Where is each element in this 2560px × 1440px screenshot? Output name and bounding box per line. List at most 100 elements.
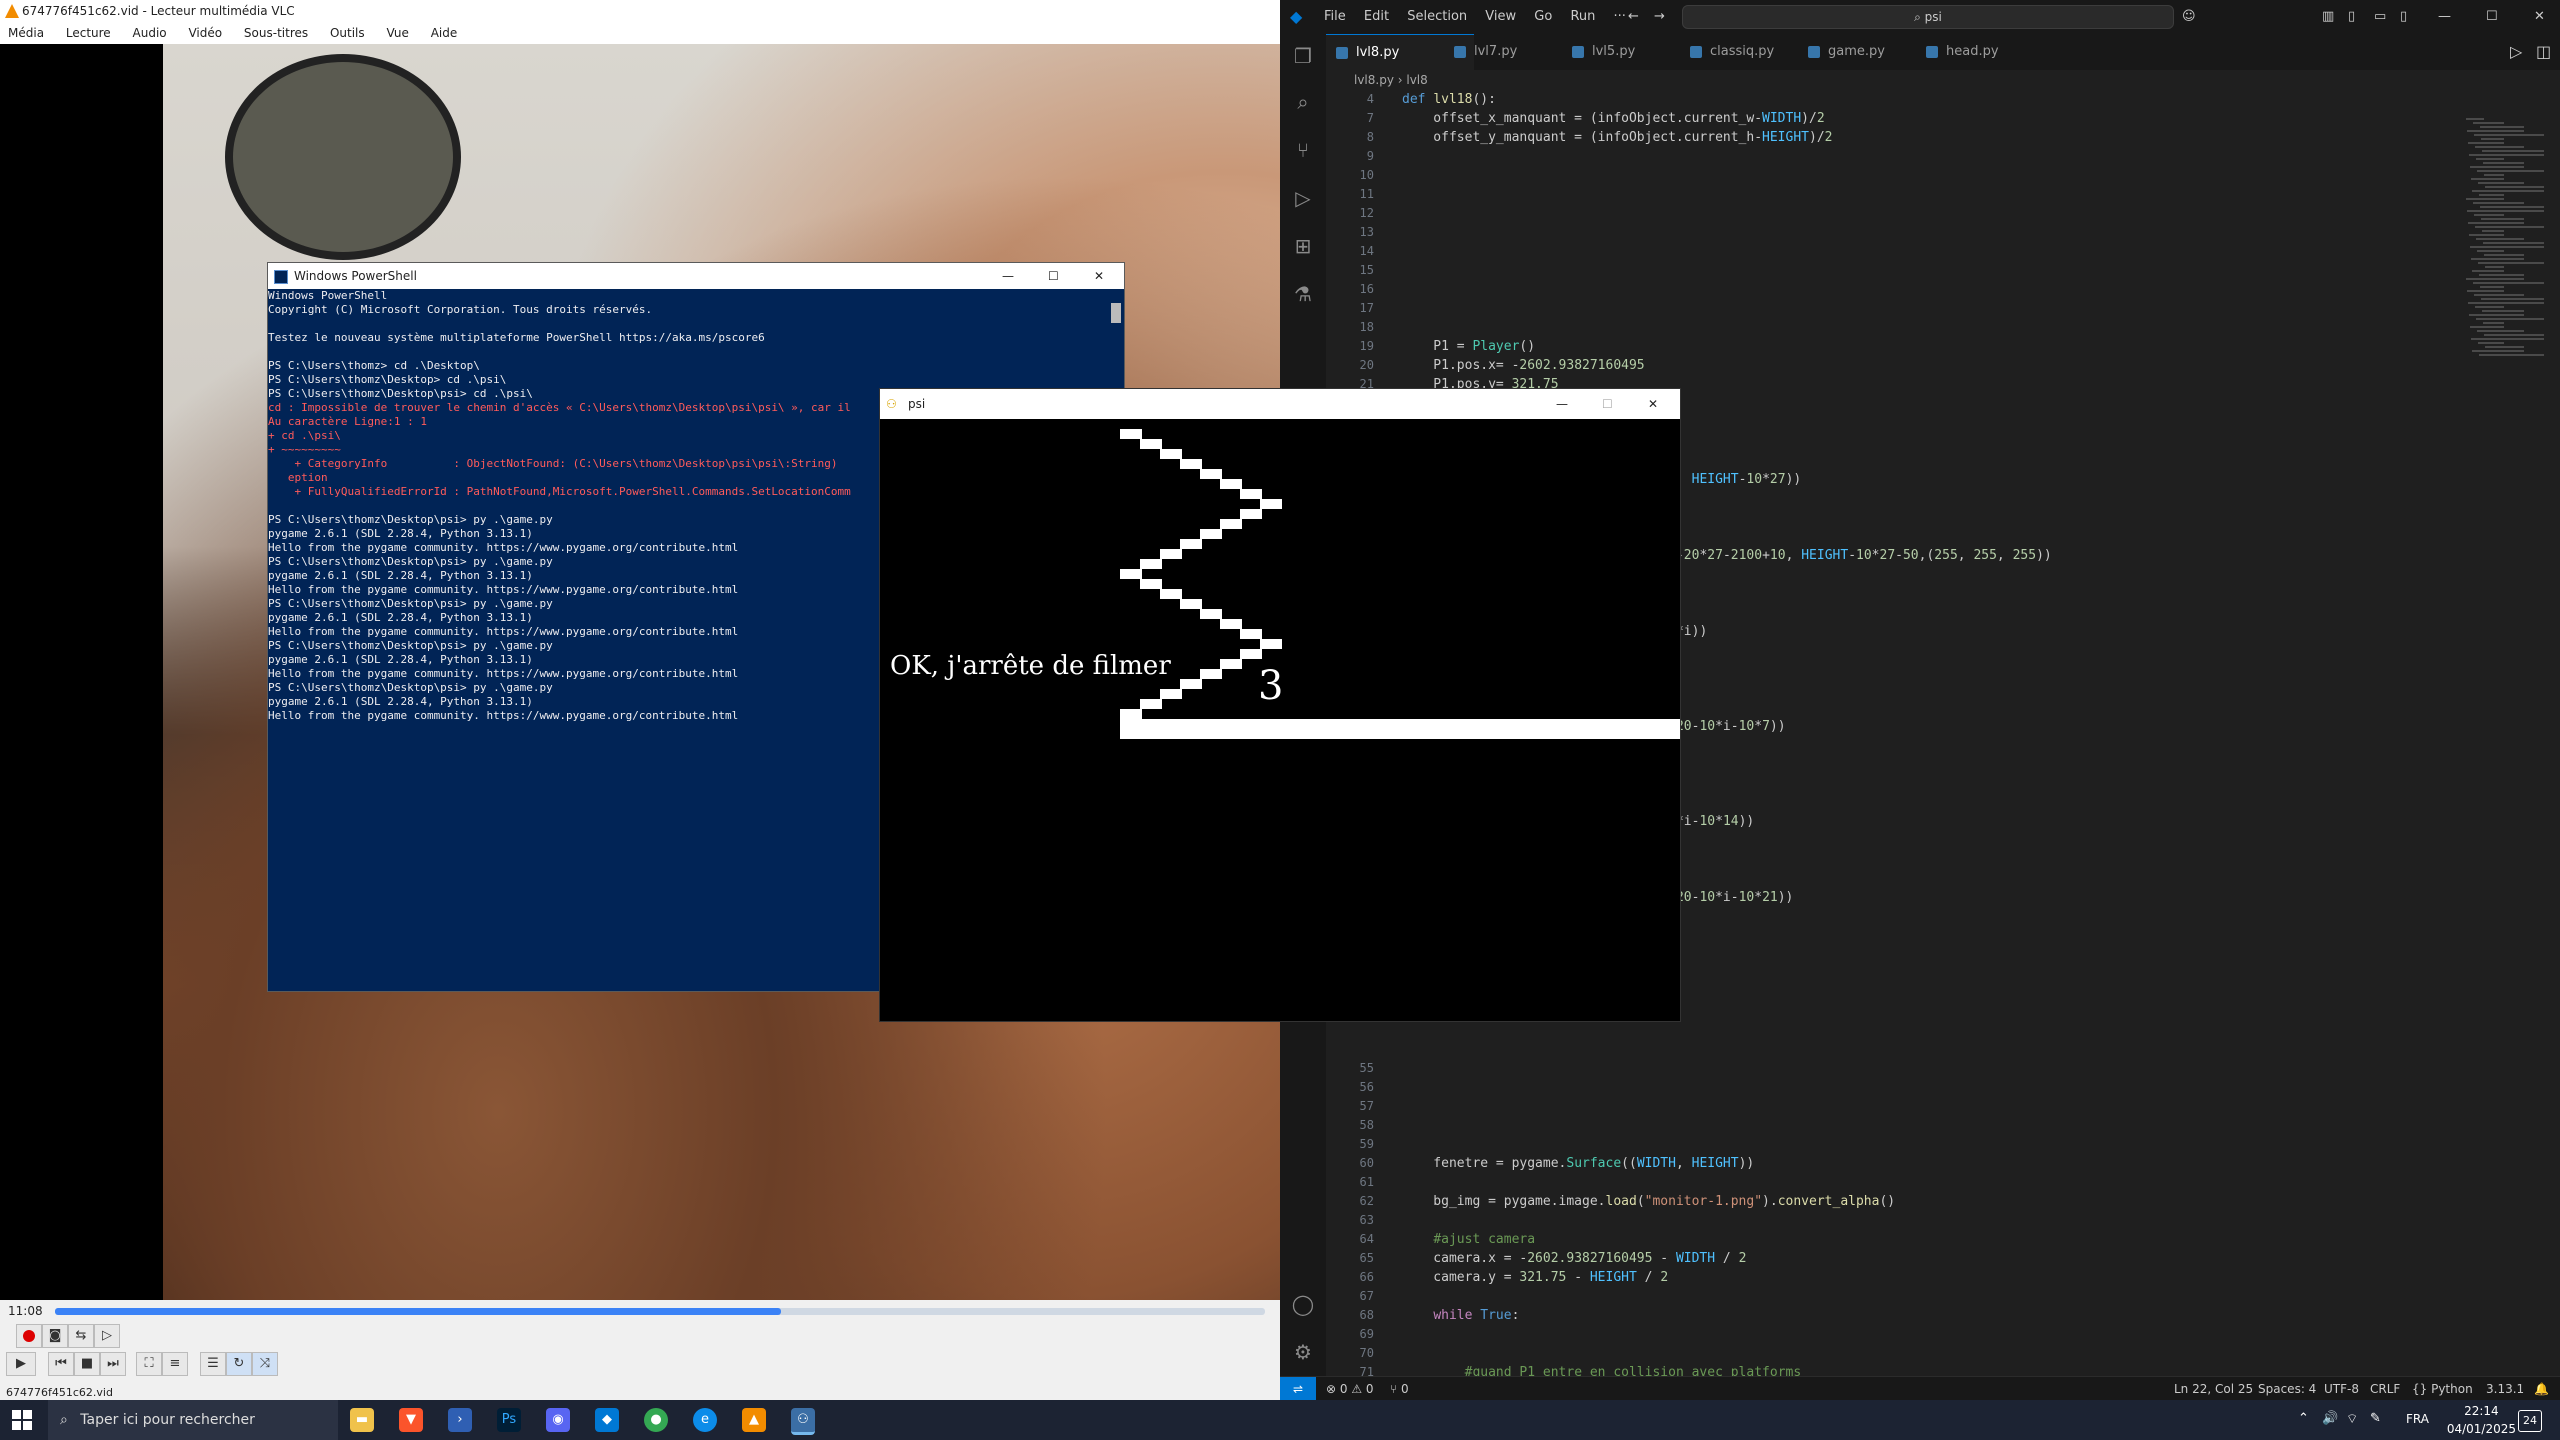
breadcrumb-file[interactable]: lvl8.py <box>1354 73 1394 87</box>
toggle-sidebar-icon[interactable]: ▯ <box>2348 0 2355 34</box>
command-center-search[interactable]: ⌕ psi <box>1682 5 2174 29</box>
problems-indicator[interactable]: ⊗ 0 ⚠ 0 <box>1326 1377 1374 1401</box>
vlc-menu-view[interactable]: Vue <box>386 26 408 40</box>
copilot-icon[interactable]: ☺ <box>2182 0 2196 34</box>
frame-step-icon[interactable]: ▷ <box>94 1324 120 1348</box>
powershell-taskbar-icon[interactable]: › <box>448 1408 472 1432</box>
minimap-line <box>2474 294 2524 296</box>
notifications-icon[interactable]: 🔔 <box>2534 1377 2549 1401</box>
vlc-taskbar-icon[interactable]: ▲ <box>742 1408 766 1432</box>
fullscreen-icon[interactable]: ⛶ <box>136 1352 162 1376</box>
vlc-menu-lecture[interactable]: Lecture <box>66 26 111 40</box>
extended-settings-icon[interactable]: ≡ <box>162 1352 188 1376</box>
scroll-thumb[interactable] <box>1111 303 1121 323</box>
search-view-icon[interactable]: ⌕ <box>1291 90 1315 114</box>
minimize-icon[interactable]: — <box>1556 389 1568 419</box>
split-editor-icon[interactable]: ◫ <box>2536 42 2551 61</box>
source-control-icon[interactable]: ⑂ <box>1291 138 1315 162</box>
minimize-icon[interactable]: — <box>2438 0 2451 34</box>
remote-indicator-icon[interactable]: ⇌ <box>1280 1377 1316 1401</box>
account-icon[interactable]: ◯ <box>1291 1292 1315 1316</box>
encoding[interactable]: UTF-8 <box>2324 1377 2359 1401</box>
stop-icon[interactable]: ■ <box>74 1352 100 1376</box>
close-icon[interactable]: ✕ <box>2534 0 2545 34</box>
vlc-menu-audio[interactable]: Audio <box>133 26 167 40</box>
menu-go[interactable]: Go <box>1534 9 1552 24</box>
edge-icon[interactable]: e <box>693 1408 717 1432</box>
menu-run[interactable]: Run <box>1570 9 1595 24</box>
file-explorer-icon[interactable]: ▬ <box>350 1408 374 1432</box>
pen-icon[interactable]: ✎ <box>2370 1411 2381 1426</box>
line-endings[interactable]: CRLF <box>2370 1377 2400 1401</box>
cursor-position[interactable]: Ln 22, Col 25 <box>2174 1377 2253 1401</box>
python-version[interactable]: 3.13.1 <box>2486 1377 2524 1401</box>
extensions-icon[interactable]: ⊞ <box>1291 234 1315 258</box>
tab-head[interactable]: head.py <box>1916 34 2064 70</box>
vlc-menu-subtitles[interactable]: Sous-titres <box>244 26 308 40</box>
testing-icon[interactable]: ⚗ <box>1291 282 1315 306</box>
menu-edit[interactable]: Edit <box>1364 9 1389 24</box>
toggle-secondary-sidebar-icon[interactable]: ▯ <box>2400 0 2407 34</box>
pygame-titlebar[interactable]: ⚇ psi — ☐ ✕ <box>880 389 1680 419</box>
game-canvas[interactable]: OK, j'arrête de filmer 3 <box>880 419 1680 1021</box>
previous-icon[interactable]: ⏮ <box>48 1352 74 1376</box>
code-line: fenetre = pygame.Surface((WIDTH, HEIGHT)… <box>1402 1156 1755 1171</box>
input-language[interactable]: FRA <box>2406 1412 2429 1426</box>
maximize-icon[interactable]: ☐ <box>2486 0 2498 34</box>
next-icon[interactable]: ⏭ <box>100 1352 126 1376</box>
run-file-icon[interactable]: ▷ <box>2510 42 2522 61</box>
photoshop-icon[interactable]: Ps <box>497 1408 521 1432</box>
python-taskbar-icon[interactable]: ⚇ <box>791 1408 815 1435</box>
layout-customize-icon[interactable]: ▥ <box>2322 0 2334 34</box>
menu-file[interactable]: File <box>1324 9 1346 24</box>
run-debug-icon[interactable]: ▷ <box>1291 186 1315 210</box>
ports-indicator[interactable]: ⑂ 0 <box>1390 1377 1409 1401</box>
toggle-panel-icon[interactable]: ▭ <box>2374 0 2386 34</box>
loop-icon[interactable]: ↻ <box>226 1352 252 1376</box>
breadcrumb-symbol[interactable]: lvl8 <box>1406 73 1427 87</box>
vlc-menu-tools[interactable]: Outils <box>330 26 365 40</box>
record-icon[interactable] <box>16 1324 42 1348</box>
language-mode[interactable]: {} Python <box>2412 1377 2473 1401</box>
settings-gear-icon[interactable]: ⚙ <box>1291 1340 1315 1364</box>
line-number: 70 <box>1359 1346 1374 1360</box>
indentation[interactable]: Spaces: 4 <box>2258 1377 2316 1401</box>
volume-icon[interactable]: 🔊 <box>2322 1411 2338 1426</box>
nav-forward-icon[interactable]: → <box>1654 0 1665 34</box>
line-number: 71 <box>1359 1365 1374 1376</box>
menu-selection[interactable]: Selection <box>1407 9 1467 24</box>
taskbar-search[interactable]: ⌕ Taper ici pour rechercher <box>48 1400 338 1440</box>
windows-start-icon[interactable] <box>12 1410 32 1430</box>
vlc-menu-media[interactable]: Média <box>8 26 44 40</box>
maximize-icon[interactable]: ☐ <box>1048 263 1059 289</box>
notification-center-icon[interactable]: 24 <box>2518 1410 2542 1432</box>
line-number: 67 <box>1359 1289 1374 1303</box>
discord-icon[interactable]: ◉ <box>546 1408 570 1432</box>
vlc-titlebar[interactable]: 674776f451c62.vid - Lecteur multimédia V… <box>0 0 1280 22</box>
network-icon[interactable]: ⌔ <box>2346 1411 2358 1427</box>
menu-more[interactable]: ··· <box>1614 9 1626 24</box>
powershell-titlebar[interactable]: Windows PowerShell — ☐ ✕ <box>268 263 1124 289</box>
brave-icon[interactable]: ▼ <box>399 1408 423 1432</box>
playlist-icon[interactable]: ☰ <box>200 1352 226 1376</box>
play-button[interactable]: ▶ <box>6 1352 36 1376</box>
shuffle-icon[interactable]: ⤨ <box>252 1352 278 1376</box>
clock[interactable]: 22:14 04/01/2025 <box>2447 1402 2516 1438</box>
loop-ab-icon[interactable]: ⇆ <box>68 1324 94 1348</box>
minimize-icon[interactable]: — <box>1002 263 1014 289</box>
vscode-taskbar-icon[interactable]: ◆ <box>595 1408 619 1432</box>
close-icon[interactable]: ✕ <box>1648 389 1658 419</box>
chrome-icon[interactable]: ● <box>644 1408 668 1432</box>
nav-back-icon[interactable]: ← <box>1628 0 1639 34</box>
menu-view[interactable]: View <box>1485 9 1516 24</box>
snapshot-icon[interactable]: ◙ <box>42 1324 68 1348</box>
python-file-icon <box>1926 46 1938 58</box>
vlc-menu-video[interactable]: Vidéo <box>188 26 222 40</box>
minimap-line <box>2471 258 2524 260</box>
vlc-menu-help[interactable]: Aide <box>431 26 458 40</box>
minimap[interactable] <box>2462 92 2560 1376</box>
tray-overflow-icon[interactable]: ⌃ <box>2298 1411 2309 1426</box>
close-icon[interactable]: ✕ <box>1094 263 1104 289</box>
vlc-seek-bar[interactable] <box>55 1308 1265 1315</box>
explorer-icon[interactable]: ❐ <box>1291 44 1315 68</box>
